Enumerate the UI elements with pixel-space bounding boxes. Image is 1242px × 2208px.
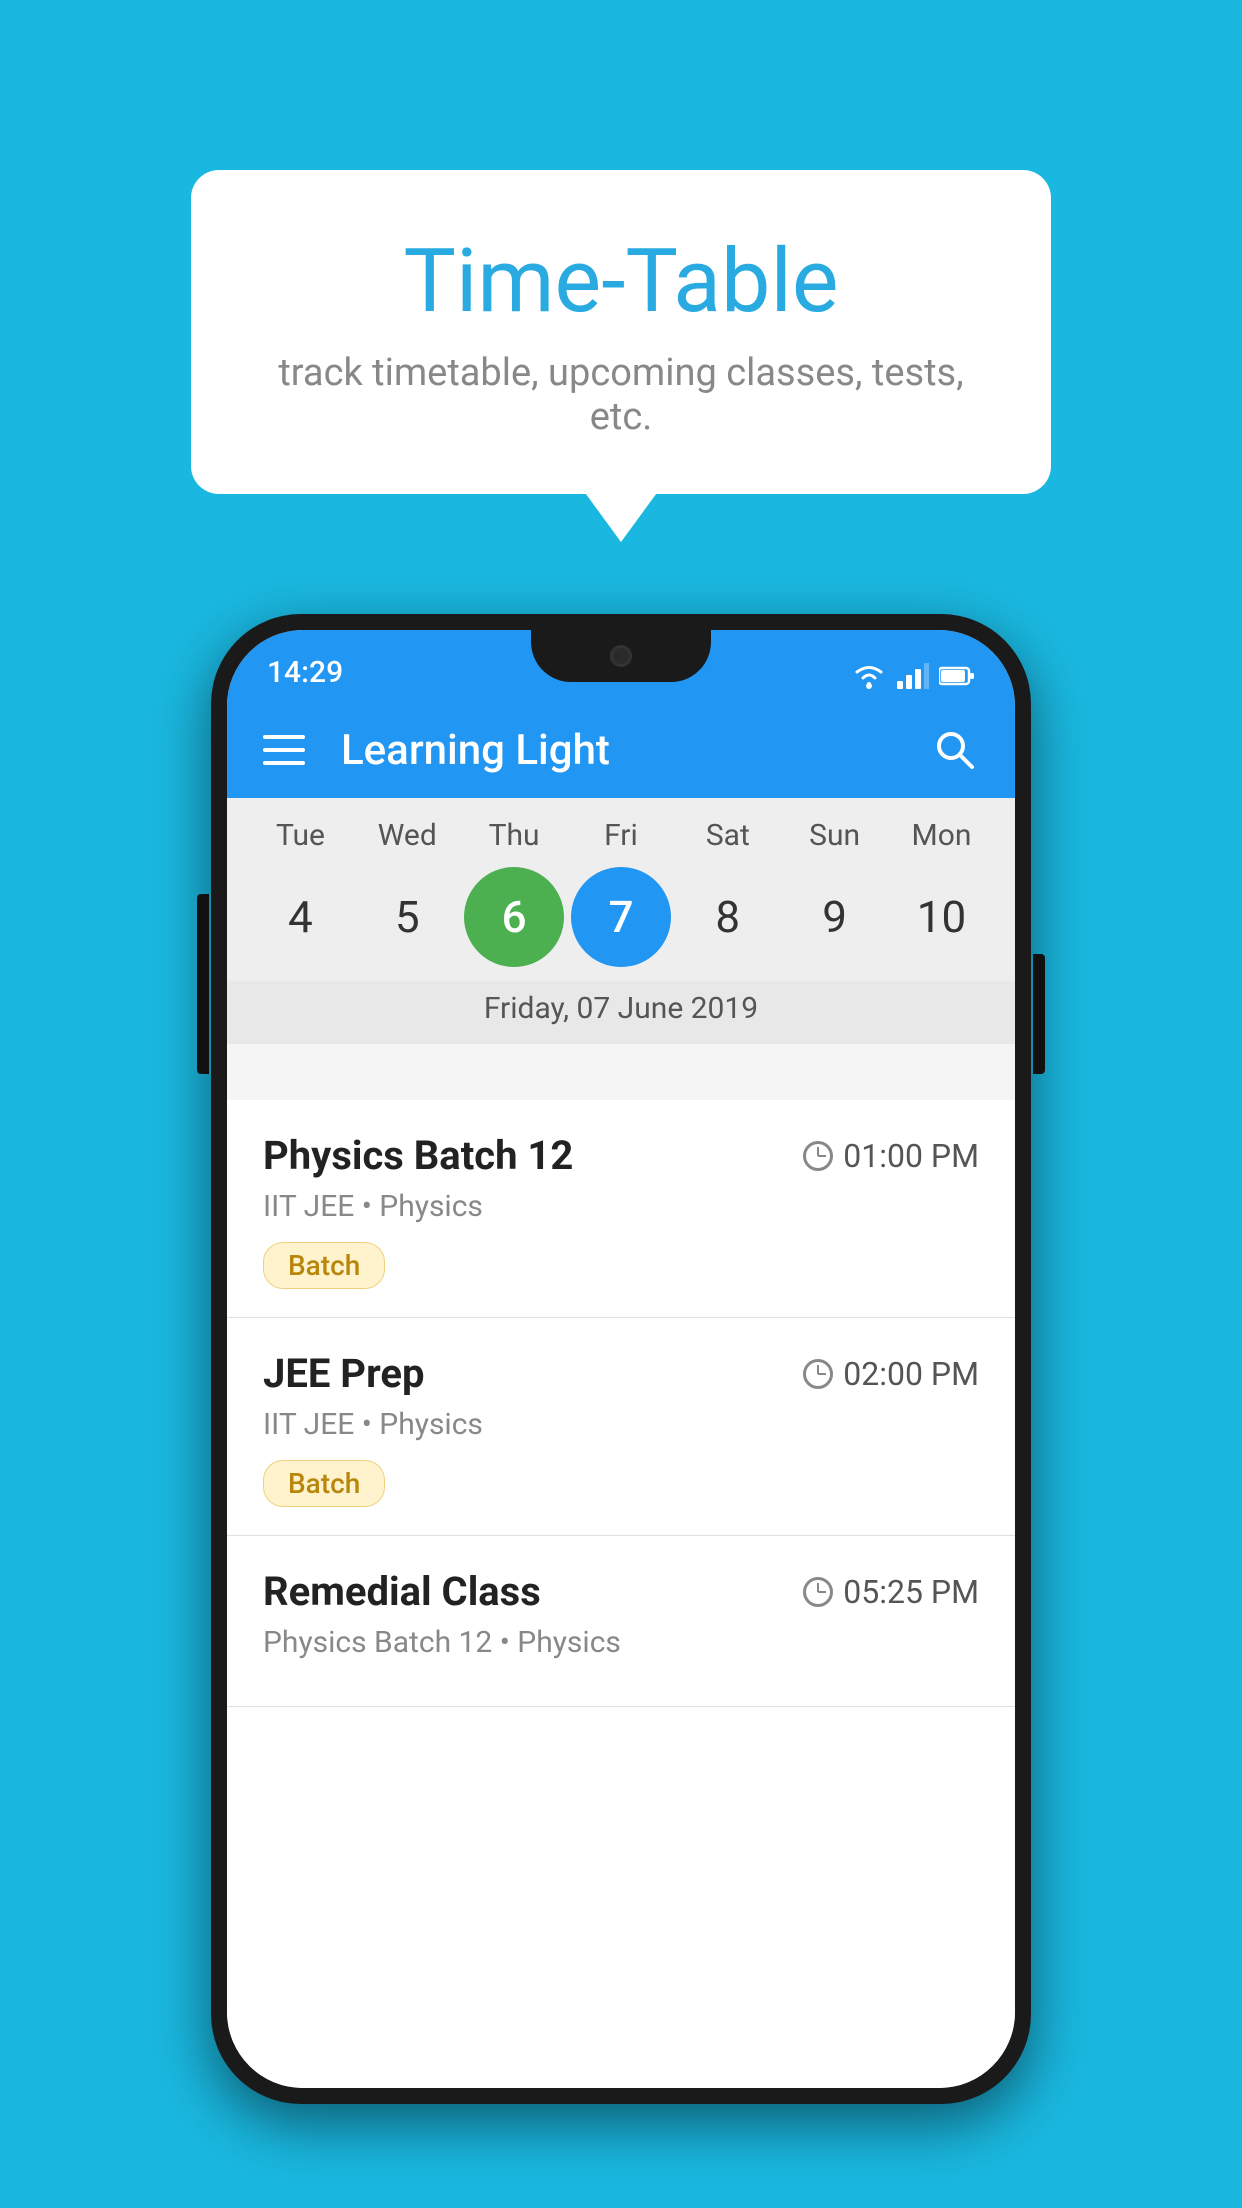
schedule-item-subtitle: IIT JEE • Physics: [263, 1407, 979, 1442]
day-header-sun: Sun: [785, 818, 885, 853]
phone-notch: [531, 630, 711, 682]
clock-icon: [803, 1141, 833, 1171]
schedule-item-2[interactable]: Remedial Class 05:25 PM Physics Batch 12…: [227, 1536, 1015, 1707]
menu-icon[interactable]: [263, 735, 305, 765]
day-number-9[interactable]: 9: [785, 867, 885, 967]
schedule-item-title: JEE Prep: [263, 1350, 424, 1397]
schedule-item-time: 05:25 PM: [803, 1573, 979, 1611]
day-number-5[interactable]: 5: [357, 867, 457, 967]
search-button[interactable]: [931, 726, 979, 774]
day-number-7[interactable]: 7: [571, 867, 671, 967]
schedule-item-0[interactable]: Physics Batch 12 01:00 PM IIT JEE • Phys…: [227, 1100, 1015, 1318]
day-numbers: 45678910: [227, 853, 1015, 981]
day-header-thu: Thu: [464, 818, 564, 853]
day-number-4[interactable]: 4: [250, 867, 350, 967]
tooltip-subtitle: track timetable, upcoming classes, tests…: [261, 351, 981, 439]
schedule-item-subtitle: Physics Batch 12 • Physics: [263, 1625, 979, 1660]
day-header-tue: Tue: [250, 818, 350, 853]
day-header-sat: Sat: [678, 818, 778, 853]
schedule-item-subtitle: IIT JEE • Physics: [263, 1189, 979, 1224]
day-header-fri: Fri: [571, 818, 671, 853]
phone-screen: 14:29: [227, 630, 1015, 2088]
wifi-icon: [851, 662, 887, 690]
tooltip-container: Time-Table track timetable, upcoming cla…: [191, 170, 1051, 494]
day-number-8[interactable]: 8: [678, 867, 778, 967]
schedule-item-header: JEE Prep 02:00 PM: [263, 1350, 979, 1397]
batch-badge: Batch: [263, 1242, 385, 1289]
phone-mockup: 14:29: [211, 614, 1031, 2094]
front-camera: [610, 645, 632, 667]
clock-icon: [803, 1359, 833, 1389]
clock-icon: [803, 1577, 833, 1607]
day-headers: TueWedThuFriSatSunMon: [227, 818, 1015, 853]
schedule-item-header: Remedial Class 05:25 PM: [263, 1568, 979, 1615]
schedule-item-time: 02:00 PM: [803, 1355, 979, 1393]
signal-icon: [897, 663, 929, 689]
tooltip-box: Time-Table track timetable, upcoming cla…: [191, 170, 1051, 494]
status-icons: [851, 662, 975, 690]
schedule-item-title: Physics Batch 12: [263, 1132, 573, 1179]
schedule-item-time-text: 02:00 PM: [843, 1355, 979, 1393]
selected-date-label: Friday, 07 June 2019: [227, 981, 1015, 1044]
app-bar: Learning Light: [227, 702, 1015, 798]
day-header-wed: Wed: [357, 818, 457, 853]
app-title: Learning Light: [341, 726, 931, 775]
schedule-item-time-text: 05:25 PM: [843, 1573, 979, 1611]
day-number-10[interactable]: 10: [891, 867, 991, 967]
day-header-mon: Mon: [891, 818, 991, 853]
status-time: 14:29: [267, 655, 343, 690]
schedule-item-time: 01:00 PM: [803, 1137, 979, 1175]
day-number-6[interactable]: 6: [464, 867, 564, 967]
schedule-item-time-text: 01:00 PM: [843, 1137, 979, 1175]
search-icon: [934, 729, 976, 771]
schedule-item-title: Remedial Class: [263, 1568, 541, 1615]
tooltip-title: Time-Table: [261, 230, 981, 333]
batch-badge: Batch: [263, 1460, 385, 1507]
battery-icon: [939, 666, 975, 686]
schedule-list: Physics Batch 12 01:00 PM IIT JEE • Phys…: [227, 1100, 1015, 2088]
phone-outer: 14:29: [211, 614, 1031, 2104]
schedule-item-1[interactable]: JEE Prep 02:00 PM IIT JEE • Physics Batc…: [227, 1318, 1015, 1536]
calendar-strip: TueWedThuFriSatSunMon 45678910 Friday, 0…: [227, 798, 1015, 1044]
schedule-item-header: Physics Batch 12 01:00 PM: [263, 1132, 979, 1179]
